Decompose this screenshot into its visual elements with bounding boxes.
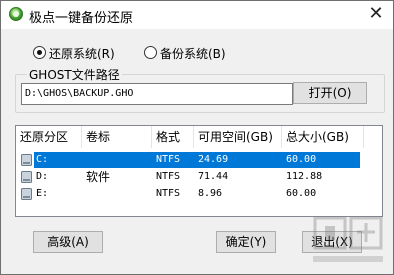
partition-format: NTFS	[156, 171, 181, 182]
partition-drive: C:	[36, 154, 49, 165]
title-bar[interactable]: 极点一键备份还原 ✕	[1, 1, 393, 29]
column-header-label[interactable]: 卷标	[82, 126, 152, 148]
app-logo-icon	[9, 7, 23, 21]
column-header-format[interactable]: 格式	[152, 126, 194, 148]
partition-row[interactable]: D: 软件 NTFS 71.44 112.88	[16, 169, 382, 185]
restore-system-label: 还原系统(R)	[49, 47, 115, 61]
column-header-total-size[interactable]: 总大小(GB)	[282, 126, 364, 148]
partition-free-space: 8.96	[198, 188, 223, 199]
close-icon[interactable]: ✕	[359, 1, 393, 29]
partition-drive: E:	[36, 188, 49, 199]
disk-icon	[21, 171, 32, 183]
radio-checked-indicator	[33, 46, 46, 59]
partition-free-space: 24.69	[198, 154, 229, 165]
partition-drive: D:	[36, 171, 49, 182]
partition-list-header: 还原分区 卷标 格式 可用空间(GB) 总大小(GB)	[16, 126, 382, 148]
confirm-button[interactable]: 确定(Y)	[216, 231, 276, 253]
ghost-path-input[interactable]: D:\GHOS\BACKUP.GHO	[21, 83, 293, 105]
partition-format: NTFS	[156, 154, 181, 165]
column-header-free-space[interactable]: 可用空间(GB)	[194, 126, 282, 148]
open-file-button[interactable]: 打开(O)	[293, 82, 367, 104]
radio-unchecked-indicator	[144, 46, 157, 59]
disk-icon	[21, 188, 32, 200]
backup-system-label: 备份系统(B)	[160, 47, 226, 61]
advanced-button[interactable]: 高级(A)	[33, 231, 103, 253]
main-window: 极点一键备份还原 ✕ 还原系统(R) 备份系统(B) GHOST文件路径 D:\…	[0, 0, 394, 275]
partition-label: 软件	[86, 170, 111, 184]
partition-list[interactable]: 还原分区 卷标 格式 可用空间(GB) 总大小(GB) C: NTFS 24.6…	[15, 125, 383, 217]
partition-row[interactable]: E: NTFS 8.96 60.00	[16, 186, 382, 202]
disk-icon	[21, 154, 32, 166]
partition-total-size: 112.88	[286, 171, 323, 182]
column-header-partition[interactable]: 还原分区	[16, 126, 82, 148]
partition-total-size: 60.00	[286, 154, 317, 165]
partition-free-space: 71.44	[198, 171, 229, 182]
partition-row[interactable]: C: NTFS 24.69 60.00	[16, 152, 382, 168]
watermark-logo-icon	[313, 216, 383, 262]
partition-format: NTFS	[156, 188, 181, 199]
ghost-path-group-label: GHOST文件路径	[27, 66, 122, 83]
partition-total-size: 60.00	[286, 188, 317, 199]
window-title: 极点一键备份还原	[29, 11, 134, 26]
